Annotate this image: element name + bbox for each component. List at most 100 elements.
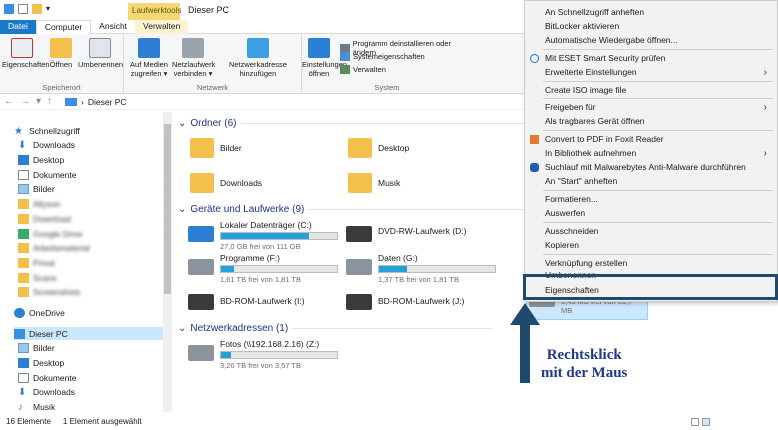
- tab-computer[interactable]: Computer: [35, 20, 92, 34]
- sidebar-item-blurred-2[interactable]: Download ✱: [18, 212, 173, 225]
- group-label-system: System: [374, 83, 400, 92]
- sidebar-item-pc-music[interactable]: ♪ Musik: [18, 400, 173, 413]
- scrollbar-thumb[interactable]: [164, 124, 171, 294]
- tab-datei[interactable]: Datei: [0, 20, 36, 34]
- folder-icon: [18, 242, 29, 253]
- menu-item-format[interactable]: Formatieren...: [525, 193, 777, 206]
- ribbon-group-speicherort: Eigenschaften Öffnen Umbenennen Speicher…: [0, 34, 124, 94]
- folder-icon: [18, 257, 29, 268]
- menu-item-share-with[interactable]: Freigeben für ›: [525, 101, 777, 114]
- drive-label: Lokaler Datenträger (C:): [220, 220, 312, 230]
- sidebar-scrollbar[interactable]: [163, 112, 172, 412]
- details-view-icon[interactable]: [691, 418, 699, 426]
- drive-label: Daten (G:): [378, 253, 418, 263]
- checkbox-icon[interactable]: [18, 4, 28, 14]
- folder-label: Downloads: [220, 178, 263, 188]
- sidebar-item-pc-desktop[interactable]: Desktop: [18, 356, 173, 369]
- menu-item-pin-start[interactable]: An "Start" anheften: [525, 175, 777, 188]
- rename-button[interactable]: Umbenennen: [78, 38, 123, 69]
- open-label: Öffnen: [49, 60, 73, 69]
- sidebar-item-blurred-5[interactable]: Privat: [18, 256, 173, 269]
- sidebar-item-onedrive[interactable]: OneDrive: [14, 306, 169, 319]
- manage-button[interactable]: Verwalten: [340, 65, 386, 74]
- drive-item-f[interactable]: Programme (F:) 1,61 TB frei von 1,81 TB: [188, 253, 340, 284]
- drive-item-g[interactable]: Daten (G:) 1,37 TB frei von 1,81 TB: [346, 253, 498, 284]
- sidebar-item-blurred-6[interactable]: Scans: [18, 271, 173, 284]
- tiles-view-icon[interactable]: [702, 418, 710, 426]
- windows-drive-icon: [188, 226, 214, 242]
- section-header-network[interactable]: ⌄ Netzwerkadressen (1): [178, 323, 493, 334]
- sidebar-item-blurred-3[interactable]: Google Drive ✱: [18, 227, 173, 240]
- sidebar-item-blurred-7[interactable]: Screenshots: [18, 285, 173, 298]
- sidebar-item-pc-documents[interactable]: Dokumente: [18, 371, 173, 384]
- menu-item-foxit-pdf[interactable]: Convert to PDF in Foxit Reader: [525, 133, 777, 146]
- downloads-folder-icon: [190, 173, 214, 193]
- menu-item-autoplay[interactable]: Automatische Wiedergabe öffnen...: [525, 34, 777, 47]
- menu-item-eject[interactable]: Auswerfen: [525, 207, 777, 220]
- drive-item-d[interactable]: DVD-RW-Laufwerk (D:): [346, 220, 498, 242]
- tab-ansicht[interactable]: Ansicht: [91, 20, 135, 34]
- open-button[interactable]: Öffnen: [46, 38, 76, 69]
- properties-button[interactable]: Eigenschaften: [2, 38, 50, 69]
- drive-item-i[interactable]: BD-ROM-Laufwerk (I:): [188, 288, 340, 310]
- menu-separator: [543, 49, 773, 50]
- breadcrumb-item[interactable]: Dieser PC: [88, 97, 127, 107]
- drive-item-c[interactable]: Lokaler Datenträger (C:) 27,0 GB frei vo…: [188, 220, 340, 251]
- folder-item[interactable]: Desktop: [348, 138, 409, 158]
- menu-item-portable-device[interactable]: Als tragbares Gerät öffnen: [525, 115, 777, 128]
- desktop-icon: [18, 357, 29, 368]
- section-title: Geräte und Laufwerke (9): [190, 204, 305, 215]
- add-network-button[interactable]: Netzwerkadresse hinzufügen: [216, 38, 300, 78]
- menu-item-cut[interactable]: Ausschneiden: [525, 225, 777, 238]
- sidebar-item-blurred-1[interactable]: Allyson ✱: [18, 197, 173, 210]
- up-arrow-icon[interactable]: ↑: [47, 96, 58, 107]
- folder-icon[interactable]: [32, 4, 42, 14]
- chevron-right-icon: ›: [763, 67, 767, 78]
- chevron-down-icon[interactable]: ▾: [46, 4, 56, 14]
- breadcrumb[interactable]: › Dieser PC: [65, 97, 127, 107]
- sidebar-item-downloads[interactable]: ⬇ Downloads ✱: [18, 138, 173, 151]
- sidebar-item-desktop[interactable]: Desktop ✱: [18, 153, 173, 166]
- capacity-fill: [221, 266, 234, 272]
- sidebar-item-pc-pictures[interactable]: Bilder: [18, 341, 173, 354]
- sidebar-item-pictures[interactable]: Bilder ✱: [18, 182, 173, 195]
- settings-button[interactable]: Einstellungen öffnen: [302, 38, 347, 78]
- map-drive-button[interactable]: Netzlaufwerk verbinden ▾: [172, 38, 215, 78]
- menu-item-bitlocker[interactable]: BitLocker aktivieren: [525, 20, 777, 33]
- menu-separator: [543, 190, 773, 191]
- drive-info: BD-ROM-Laufwerk (J:): [378, 288, 498, 310]
- network-drive-z[interactable]: Fotos (\\192.168.2.16) (Z:) 3,26 TB frei…: [188, 339, 340, 370]
- recent-chevron-icon[interactable]: ▾: [36, 96, 47, 107]
- sidebar-item-pc-downloads[interactable]: ⬇ Downloads: [18, 385, 173, 398]
- sidebar-item-documents[interactable]: Dokumente ✱: [18, 168, 173, 181]
- menu-item-eset-scan[interactable]: Mit ESET Smart Security prüfen: [525, 52, 777, 65]
- folder-item[interactable]: Bilder: [190, 138, 242, 158]
- download-icon: ⬇: [18, 386, 27, 398]
- drive-item-j[interactable]: BD-ROM-Laufwerk (J:): [346, 288, 498, 310]
- folder-item[interactable]: Musik: [348, 173, 400, 193]
- hard-drive-icon: [346, 259, 372, 275]
- sidebar-item-this-pc[interactable]: Dieser PC: [14, 327, 169, 340]
- menu-item-copy[interactable]: Kopieren: [525, 239, 777, 252]
- folder-item[interactable]: Downloads: [190, 173, 262, 193]
- sidebar-label: Arbeitsmaterial: [33, 242, 90, 253]
- tab-verwalten[interactable]: Verwalten: [135, 20, 189, 34]
- forward-arrow-icon[interactable]: →: [20, 96, 36, 107]
- drive-info: BD-ROM-Laufwerk (I:): [220, 288, 340, 310]
- sidebar-item-blurred-4[interactable]: Arbeitsmaterial: [18, 241, 173, 254]
- sysprops-button[interactable]: Systemeigenschaften: [340, 52, 425, 61]
- computer-icon: [65, 98, 77, 106]
- menu-item-pin-quick-access[interactable]: An Schnellzugriff anheften: [525, 6, 777, 19]
- eset-icon: [530, 54, 539, 63]
- back-arrow-icon[interactable]: ←: [4, 96, 20, 107]
- sidebar-item-quick-access[interactable]: ★ Schnellzugriff: [14, 124, 169, 137]
- menu-item-create-iso[interactable]: Create ISO image file: [525, 84, 777, 97]
- malwarebytes-icon: [530, 163, 539, 172]
- hard-drive-icon: [188, 259, 214, 275]
- menu-item-advanced-settings[interactable]: Erweiterte Einstellungen ›: [525, 66, 777, 79]
- checkmark-icon: [11, 38, 33, 58]
- media-button[interactable]: Auf Medien zugreifen ▾: [128, 38, 170, 78]
- section-title: Netzwerkadressen (1): [190, 323, 289, 334]
- menu-item-add-library[interactable]: In Bibliothek aufnehmen ›: [525, 147, 777, 160]
- menu-item-malwarebytes[interactable]: Suchlauf mit Malwarebytes Anti-Malware d…: [525, 161, 777, 174]
